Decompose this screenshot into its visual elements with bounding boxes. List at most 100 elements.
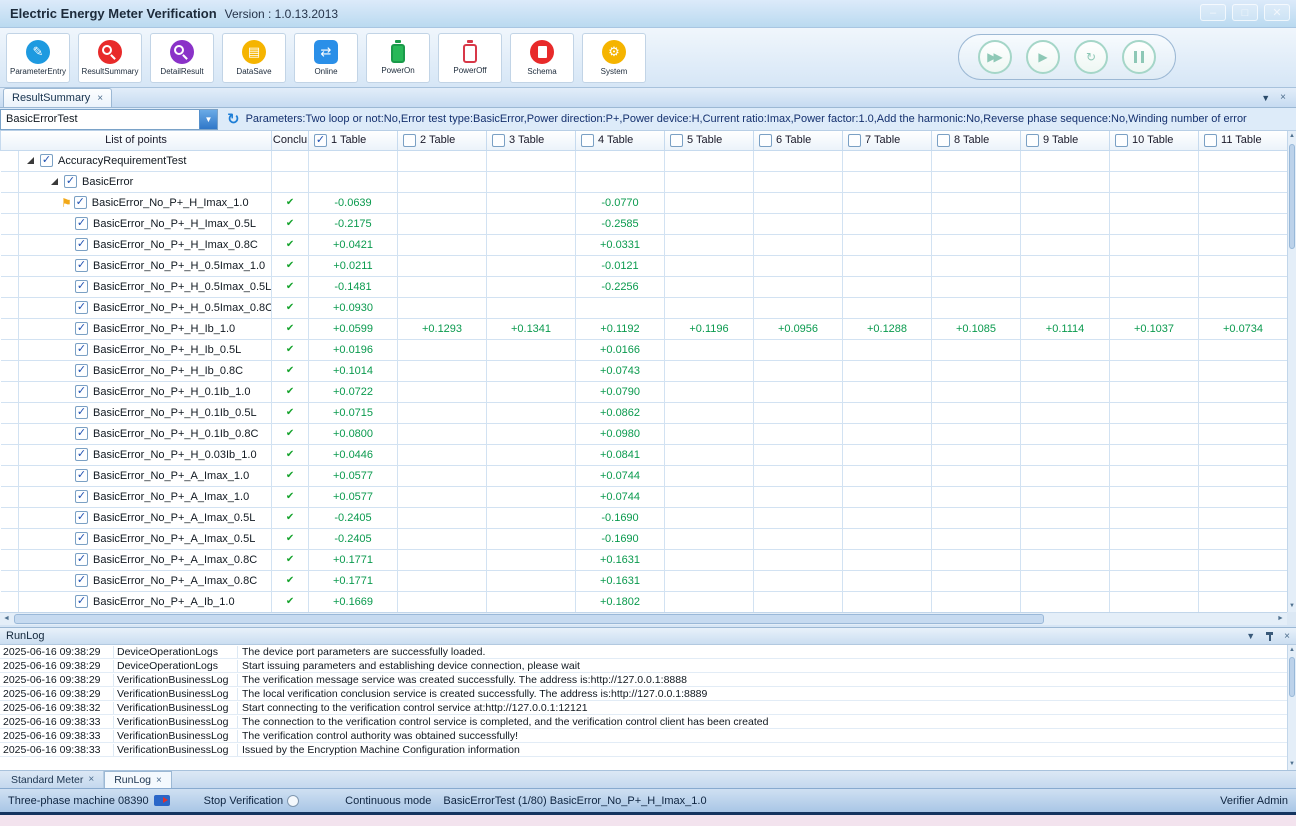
dock-tab-runlog[interactable]: RunLog× <box>104 771 172 788</box>
log-row[interactable]: 2025-06-16 09:38:29DeviceOperationLogsSt… <box>0 659 1287 673</box>
tree-group-row[interactable]: ✓BasicError <box>1 171 1288 192</box>
runlog-scrollbar[interactable]: ▲ ▼ <box>1287 645 1296 770</box>
stop-indicator-lamp[interactable] <box>287 795 299 807</box>
row-checkbox[interactable]: ✓ <box>74 196 87 209</box>
column-checkbox[interactable] <box>1204 134 1217 147</box>
close-icon[interactable]: × <box>88 774 94 785</box>
table-row[interactable]: ✓BasicError_No_P+_A_Imax_0.8C✔+0.1771+0.… <box>1 570 1288 591</box>
table-column-header[interactable]: 7 Table <box>843 131 932 150</box>
online-button[interactable]: ⇄Online <box>294 33 358 83</box>
table-column-header[interactable]: 6 Table <box>754 131 843 150</box>
table-column-header[interactable]: 3 Table <box>487 131 576 150</box>
row-checkbox[interactable]: ✓ <box>75 322 88 335</box>
row-checkbox[interactable]: ✓ <box>40 154 53 167</box>
close-icon[interactable]: × <box>1284 631 1290 642</box>
column-checkbox[interactable] <box>848 134 861 147</box>
table-column-header[interactable]: 11 Table <box>1199 131 1287 150</box>
table-row[interactable]: ✓BasicError_No_P+_A_Imax_1.0✔+0.0577+0.0… <box>1 465 1288 486</box>
column-checkbox[interactable] <box>759 134 772 147</box>
column-checkbox[interactable] <box>403 134 416 147</box>
column-checkbox[interactable] <box>492 134 505 147</box>
expand-icon[interactable] <box>27 157 34 164</box>
table-row[interactable]: ✓BasicError_No_P+_H_Imax_0.8C✔+0.0421+0.… <box>1 234 1288 255</box>
row-checkbox[interactable]: ✓ <box>75 448 88 461</box>
power-off-button[interactable]: PowerOff <box>438 33 502 83</box>
dock-tab-standard-meter[interactable]: Standard Meter× <box>2 771 104 788</box>
log-row[interactable]: 2025-06-16 09:38:33VerificationBusinessL… <box>0 715 1287 729</box>
scroll-left-icon[interactable]: ◄ <box>0 613 13 625</box>
row-checkbox[interactable]: ✓ <box>75 385 88 398</box>
table-row[interactable]: ⚑✓BasicError_No_P+_H_Imax_1.0✔-0.0639-0.… <box>1 192 1288 213</box>
row-checkbox[interactable]: ✓ <box>75 238 88 251</box>
table-row[interactable]: ✓BasicError_No_P+_H_Ib_0.8C✔+0.1014+0.07… <box>1 360 1288 381</box>
table-column-header[interactable]: 8 Table <box>932 131 1021 150</box>
row-checkbox[interactable]: ✓ <box>75 427 88 440</box>
table-row[interactable]: ✓BasicError_No_P+_A_Ib_1.0✔+0.1669+0.180… <box>1 591 1288 612</box>
expand-icon[interactable] <box>51 178 58 185</box>
result-summary-button[interactable]: ResultSummary <box>78 33 142 83</box>
log-row[interactable]: 2025-06-16 09:38:29DeviceOperationLogsTh… <box>0 645 1287 659</box>
table-row[interactable]: ✓BasicError_No_P+_A_Imax_1.0✔+0.0577+0.0… <box>1 486 1288 507</box>
close-button[interactable]: ✕ <box>1264 4 1290 21</box>
close-icon[interactable]: × <box>1280 92 1286 103</box>
fastforward-button[interactable]: ▶▶ <box>978 40 1012 74</box>
row-checkbox[interactable]: ✓ <box>75 259 88 272</box>
table-column-header[interactable]: 10 Table <box>1110 131 1199 150</box>
table-column-header[interactable]: 5 Table <box>665 131 754 150</box>
table-column-header[interactable]: ✓1 Table <box>309 131 398 150</box>
test-select-dropdown[interactable]: BasicErrorTest ▼ <box>0 109 218 130</box>
scrollbar-thumb[interactable] <box>1289 657 1295 697</box>
maximize-button[interactable]: □ <box>1232 4 1258 21</box>
table-row[interactable]: ✓BasicError_No_P+_H_0.03Ib_1.0✔+0.0446+0… <box>1 444 1288 465</box>
column-checkbox[interactable] <box>670 134 683 147</box>
table-row[interactable]: ✓BasicError_No_P+_H_0.5Imax_0.8C✔+0.0930 <box>1 297 1288 318</box>
scroll-right-icon[interactable]: ► <box>1274 613 1287 625</box>
tree-group-row[interactable]: ✓AccuracyRequirementTest <box>1 150 1288 171</box>
table-row[interactable]: ✓BasicError_No_P+_H_0.1Ib_0.5L✔+0.0715+0… <box>1 402 1288 423</box>
log-row[interactable]: 2025-06-16 09:38:33VerificationBusinessL… <box>0 743 1287 757</box>
row-checkbox[interactable]: ✓ <box>75 343 88 356</box>
table-row[interactable]: ✓BasicError_No_P+_H_0.1Ib_1.0✔+0.0722+0.… <box>1 381 1288 402</box>
row-checkbox[interactable]: ✓ <box>75 595 88 608</box>
table-row[interactable]: ✓BasicError_No_P+_A_Imax_0.5L✔-0.2405-0.… <box>1 507 1288 528</box>
log-row[interactable]: 2025-06-16 09:38:29VerificationBusinessL… <box>0 687 1287 701</box>
pause-button[interactable] <box>1122 40 1156 74</box>
row-checkbox[interactable]: ✓ <box>75 301 88 314</box>
table-row[interactable]: ✓BasicError_No_P+_A_Imax_0.8C✔+0.1771+0.… <box>1 549 1288 570</box>
log-row[interactable]: 2025-06-16 09:38:29VerificationBusinessL… <box>0 673 1287 687</box>
scroll-down-icon[interactable]: ▼ <box>1288 759 1296 770</box>
vertical-scrollbar[interactable]: ▲ ▼ <box>1287 131 1296 612</box>
table-row[interactable]: ✓BasicError_No_P+_H_0.5Imax_0.5L✔-0.1481… <box>1 276 1288 297</box>
close-icon[interactable]: × <box>97 93 103 104</box>
table-column-header[interactable]: 9 Table <box>1021 131 1110 150</box>
column-checkbox[interactable] <box>1115 134 1128 147</box>
data-save-button[interactable]: ▤DataSave <box>222 33 286 83</box>
system-button[interactable]: ⚙System <box>582 33 646 83</box>
column-checkbox[interactable] <box>1026 134 1039 147</box>
column-checkbox[interactable]: ✓ <box>314 134 327 147</box>
stop-verification-label[interactable]: Stop Verification <box>204 795 284 807</box>
power-on-button[interactable]: PowerOn <box>366 33 430 83</box>
close-icon[interactable]: × <box>156 775 162 786</box>
pin-icon[interactable] <box>1265 632 1274 641</box>
row-checkbox[interactable]: ✓ <box>75 364 88 377</box>
row-checkbox[interactable]: ✓ <box>75 217 88 230</box>
detail-result-button[interactable]: DetailResult <box>150 33 214 83</box>
row-checkbox[interactable]: ✓ <box>75 532 88 545</box>
row-checkbox[interactable]: ✓ <box>75 280 88 293</box>
table-column-header[interactable]: 4 Table <box>576 131 665 150</box>
chevron-down-icon[interactable]: ▼ <box>1246 631 1255 641</box>
row-checkbox[interactable]: ✓ <box>75 574 88 587</box>
table-row[interactable]: ✓BasicError_No_P+_H_Imax_0.5L✔-0.2175-0.… <box>1 213 1288 234</box>
refresh-icon[interactable]: ↻ <box>227 110 240 128</box>
scrollbar-thumb[interactable] <box>1289 144 1295 249</box>
scroll-up-icon[interactable]: ▲ <box>1288 131 1296 142</box>
table-row[interactable]: ✓BasicError_No_P+_H_0.1Ib_0.8C✔+0.0800+0… <box>1 423 1288 444</box>
chevron-down-icon[interactable]: ▼ <box>1261 93 1270 103</box>
schema-button[interactable]: Schema <box>510 33 574 83</box>
scroll-down-icon[interactable]: ▼ <box>1288 601 1296 612</box>
row-checkbox[interactable]: ✓ <box>75 553 88 566</box>
scrollbar-thumb[interactable] <box>14 614 1044 624</box>
scroll-up-icon[interactable]: ▲ <box>1288 645 1296 656</box>
parameter-entry-button[interactable]: ✎ParameterEntry <box>6 33 70 83</box>
